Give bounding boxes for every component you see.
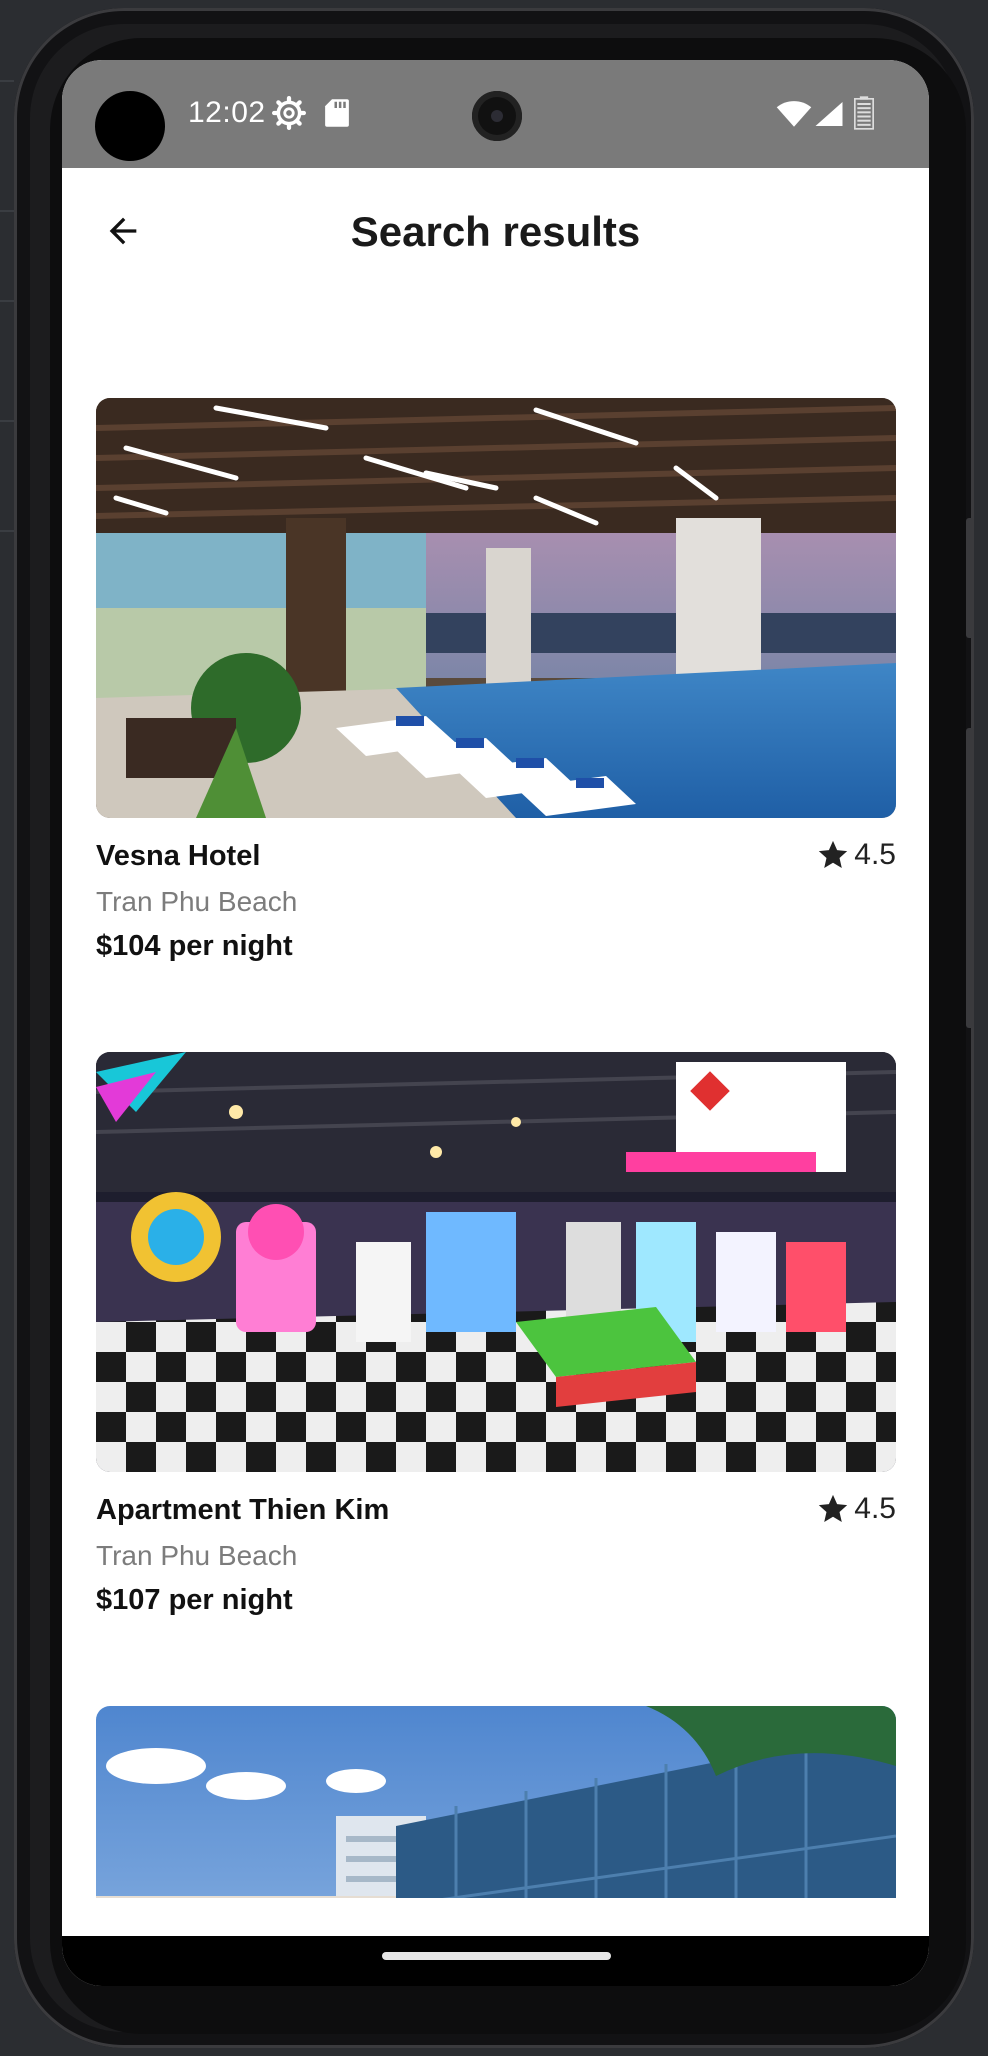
front-camera	[472, 91, 522, 141]
settings-icon	[272, 96, 306, 130]
navigation-bar	[62, 1936, 929, 1986]
hotel-location: Tran Phu Beach	[96, 886, 298, 917]
volume-button	[966, 518, 974, 638]
building-photo-image	[96, 1706, 896, 1898]
status-bar: 12:02	[62, 60, 929, 168]
star-icon	[819, 840, 848, 869]
rating: 4.5	[816, 1492, 896, 1526]
hotel-price: $107 per night	[96, 1584, 293, 1616]
battery-icon	[854, 96, 874, 130]
wifi-icon	[776, 101, 812, 127]
sd-card-icon	[325, 99, 349, 127]
hotel-price: $104 per night	[96, 930, 293, 962]
hotel-photo[interactable]	[96, 398, 896, 818]
hotel-location: Tran Phu Beach	[96, 1540, 298, 1571]
rating-value: 4.5	[854, 838, 896, 871]
device-screen: 12:02 Search results Vesna Hotel 4.5 Tra…	[62, 60, 929, 1986]
page-title: Search results	[350, 208, 641, 255]
arcade-photo-image	[96, 1052, 896, 1472]
power-button	[966, 728, 974, 1028]
app-bar: Search results	[62, 168, 929, 298]
result-card[interactable]	[96, 1706, 896, 1898]
hotel-photo[interactable]	[96, 1706, 896, 1898]
hotel-name: Vesna Hotel	[96, 840, 261, 872]
pool-photo-image	[96, 398, 896, 818]
rating-value: 4.5	[854, 1492, 896, 1525]
result-card[interactable]: Vesna Hotel 4.5 Tran Phu Beach $104 per …	[96, 398, 896, 962]
result-card[interactable]: Apartment Thien Kim 4.5 Tran Phu Beach $…	[96, 1052, 896, 1616]
results-list[interactable]: Vesna Hotel 4.5 Tran Phu Beach $104 per …	[62, 298, 929, 1898]
signal-icon	[815, 102, 843, 126]
star-icon	[819, 1494, 848, 1523]
rating: 4.5	[816, 838, 896, 872]
hotel-photo[interactable]	[96, 1052, 896, 1472]
notification-dot	[95, 91, 165, 161]
hotel-name: Apartment Thien Kim	[96, 1494, 390, 1526]
home-gesture-handle[interactable]	[382, 1952, 611, 1960]
status-time: 12:02	[188, 96, 266, 129]
